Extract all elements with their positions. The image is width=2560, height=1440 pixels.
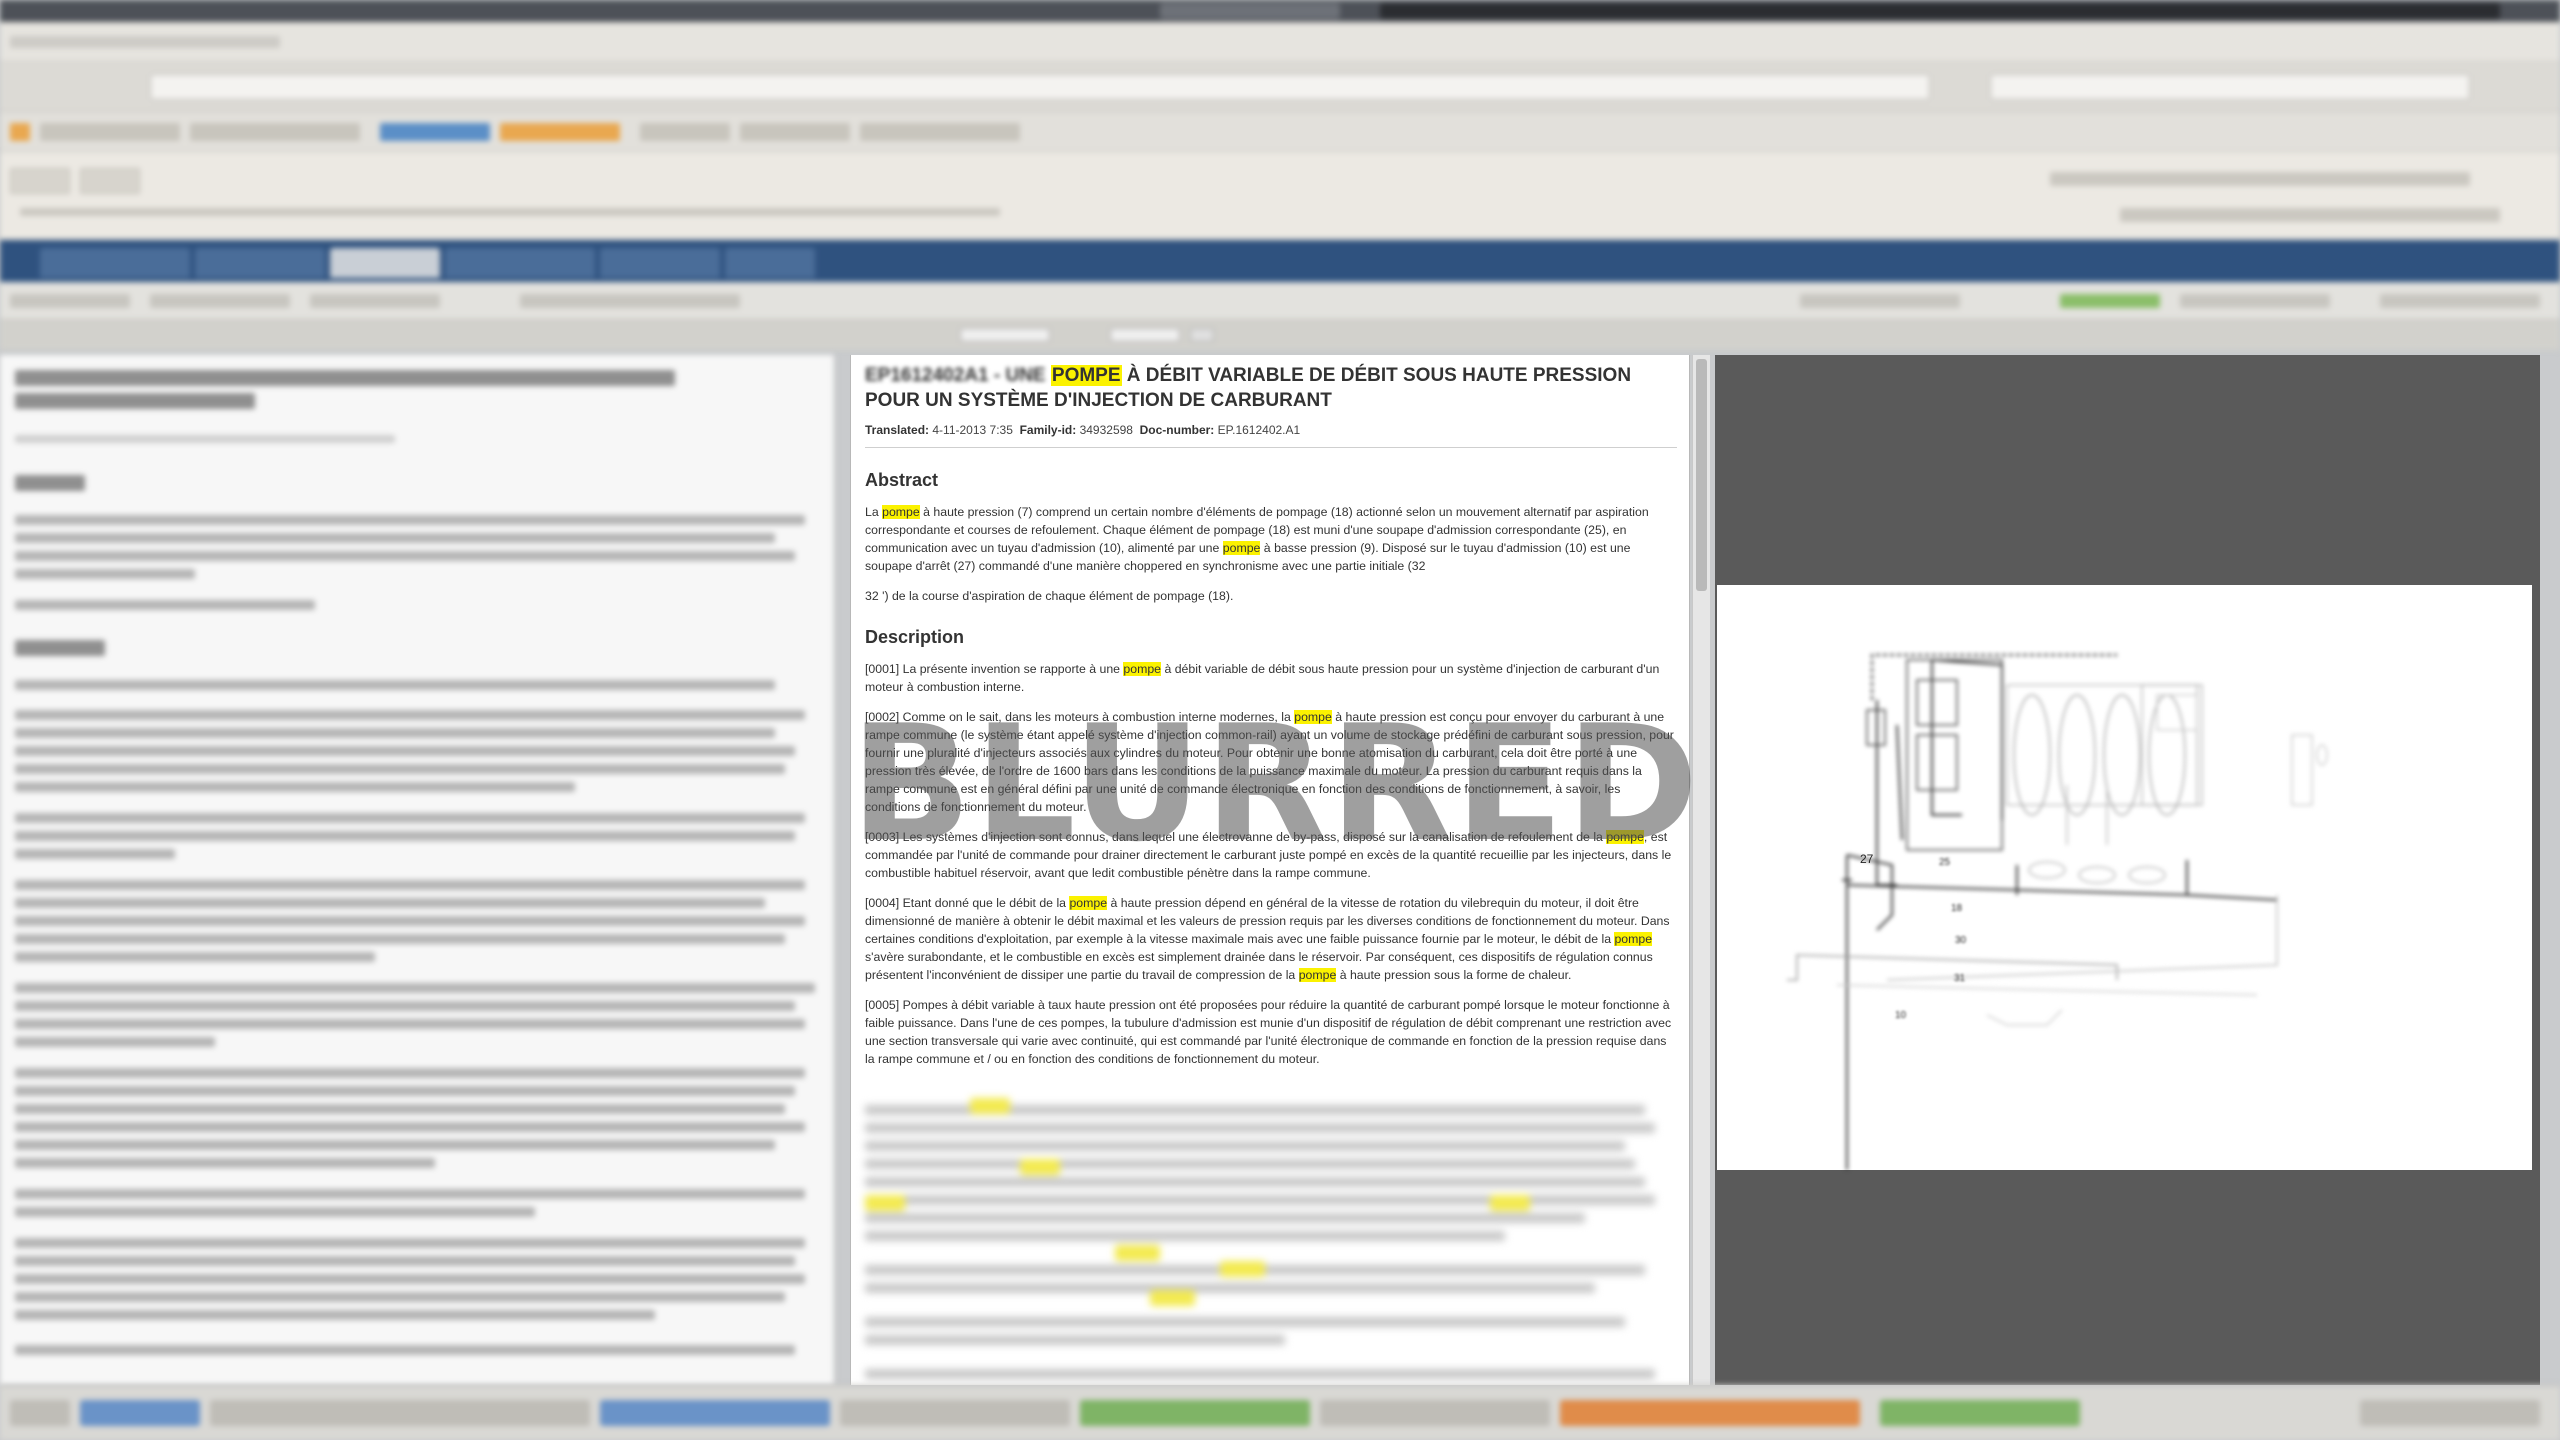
doc-number-value: EP.1612402.A1	[1217, 423, 1301, 437]
search-highlight: pompe	[1614, 932, 1653, 946]
title-prefix: EP1612402A1 - UNE	[865, 365, 1051, 386]
search-highlight: pompe	[1606, 830, 1644, 844]
browser-tab-active[interactable]	[330, 248, 440, 278]
search-highlight: pompe	[1298, 968, 1337, 982]
taskbar-button[interactable]	[210, 1400, 590, 1426]
drawing-label: 18	[1951, 903, 1963, 914]
view-options-bar	[0, 320, 2560, 350]
bookmark-item[interactable]	[190, 123, 360, 141]
browser-tab[interactable]	[445, 248, 595, 278]
abstract-heading: Abstract	[865, 470, 939, 490]
document-body: EP1612402A1 - UNE POMPE À DÉBIT VARIABLE…	[865, 363, 1677, 1068]
drawing-label: 27	[1860, 852, 1874, 866]
bookmarks-bar	[0, 112, 2560, 152]
description-paragraph: [0001] La présente invention se rapporte…	[865, 662, 1660, 694]
browser-chrome	[0, 0, 2560, 350]
bookmark-item[interactable]	[500, 123, 620, 141]
toolbar-button[interactable]	[80, 168, 140, 194]
tab-strip	[0, 240, 2560, 282]
bookmark-item[interactable]	[10, 123, 30, 141]
navigation-bar	[0, 62, 2560, 112]
drawing-label: 30	[1955, 935, 1967, 946]
scrollbar-thumb[interactable]	[1696, 359, 1707, 591]
titlebar-segment	[1380, 3, 2500, 19]
bookmark-item[interactable]	[860, 123, 1020, 141]
search-highlight: pompe	[1069, 896, 1108, 910]
description-paragraph: [0002] Comme on le sait, dans les moteur…	[865, 710, 1674, 814]
taskbar-button[interactable]	[1560, 1400, 1860, 1426]
blurred-text-region	[865, 1095, 1677, 1385]
browser-tab[interactable]	[195, 248, 325, 278]
translated-label: Translated:	[865, 423, 930, 437]
description-paragraph: [0004] Etant donné que le débit de la po…	[865, 896, 1670, 982]
toolbar-button[interactable]	[10, 168, 70, 194]
document-meta: Translated: 4-11-2013 7:35 Family-id: 34…	[865, 423, 1677, 437]
translated-value: 4-11-2013 7:35	[932, 423, 1013, 437]
description-heading: Description	[865, 627, 965, 647]
taskbar-button[interactable]	[1080, 1400, 1310, 1426]
search-highlight: pompe	[882, 505, 920, 519]
taskbar-button[interactable]	[840, 1400, 1070, 1426]
app-toolbar	[0, 282, 2560, 320]
taskbar-button[interactable]	[1880, 1400, 2080, 1426]
browser-search-box[interactable]	[1990, 74, 2470, 100]
drawing-label: 31	[1954, 973, 1966, 984]
titlebar-segment	[1160, 3, 1340, 19]
address-bar[interactable]	[150, 74, 1930, 100]
taskbar-button[interactable]	[80, 1400, 200, 1426]
drawing-viewer-pane: 27 25 18 30 31 10	[1715, 355, 2540, 1385]
family-id-value: 34932598	[1079, 423, 1133, 437]
browser-tab[interactable]	[725, 248, 815, 278]
title-highlight: POMPE	[1050, 365, 1122, 386]
window-titlebar	[0, 0, 2560, 22]
drawing-label: 25	[1939, 857, 1951, 868]
original-text-pane	[0, 355, 835, 1385]
abstract-paragraph-2: 32 ') de la course d'aspiration de chaqu…	[865, 589, 1234, 603]
document-scrollbar[interactable]	[1692, 355, 1710, 1385]
bookmark-item[interactable]	[640, 123, 730, 141]
search-highlight: pompe	[1294, 710, 1332, 724]
taskbar-button[interactable]	[600, 1400, 830, 1426]
taskbar	[0, 1385, 2560, 1440]
patent-drawing[interactable]: 27 25 18 30 31 10	[1717, 585, 2532, 1235]
toolbar	[0, 152, 2560, 240]
system-tray[interactable]	[2360, 1400, 2540, 1426]
description-paragraph: [0003] Les systèmes d'injection sont con…	[865, 830, 1672, 880]
document-title: EP1612402A1 - UNE POMPE À DÉBIT VARIABLE…	[865, 363, 1677, 413]
browser-tab[interactable]	[40, 248, 190, 278]
menu-bar[interactable]	[0, 22, 2560, 62]
bookmark-item[interactable]	[40, 123, 180, 141]
divider	[865, 447, 1677, 448]
bookmark-item[interactable]	[380, 123, 490, 141]
search-highlight: pompe	[1222, 541, 1261, 555]
bookmark-item[interactable]	[740, 123, 850, 141]
description-paragraph: [0005] Pompes à débit variable à taux ha…	[865, 998, 1672, 1066]
search-highlight: pompe	[1123, 662, 1162, 676]
doc-number-label: Doc-number:	[1139, 423, 1215, 437]
taskbar-button[interactable]	[1320, 1400, 1550, 1426]
translated-document-pane: EP1612402A1 - UNE POMPE À DÉBIT VARIABLE…	[850, 355, 1690, 1385]
browser-tab[interactable]	[600, 248, 720, 278]
drawing-label: 10	[1895, 1010, 1907, 1021]
taskbar-button[interactable]	[10, 1400, 70, 1426]
pump-diagram	[1787, 654, 2328, 1235]
family-id-label: Family-id:	[1019, 423, 1077, 437]
abstract-paragraph: La pompe à haute pression (7) comprend u…	[865, 505, 1649, 573]
